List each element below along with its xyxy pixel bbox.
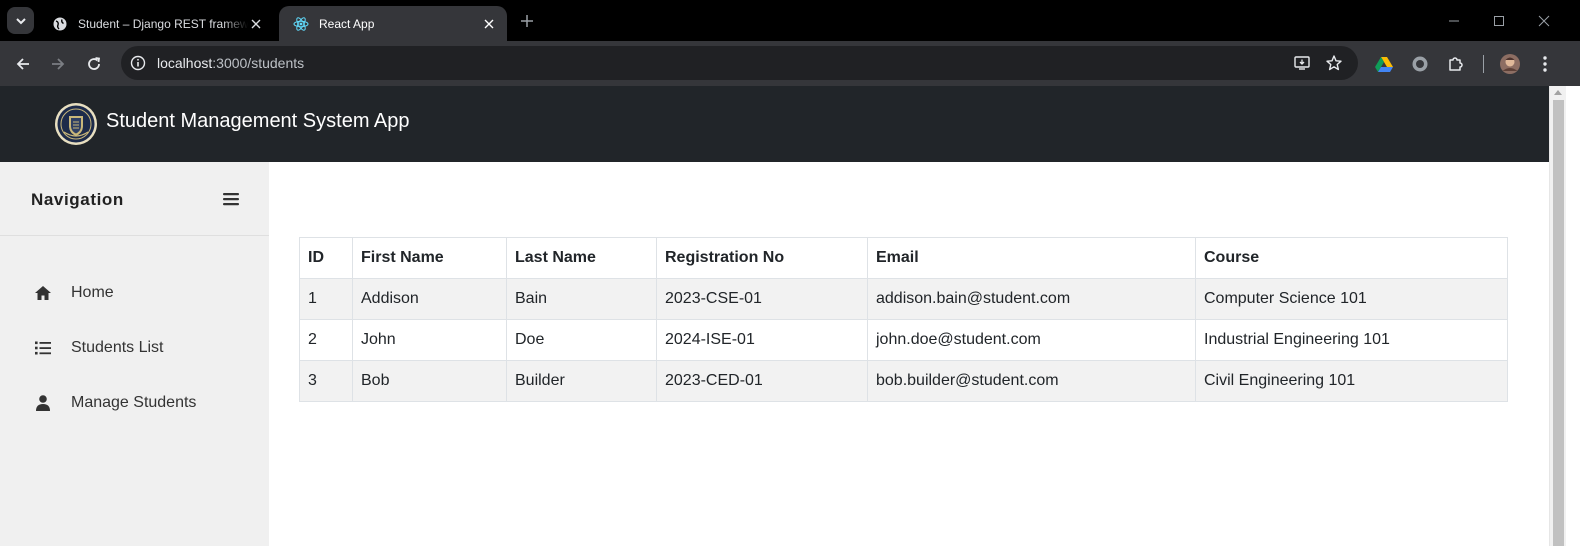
cell-last-name: Doe: [506, 319, 657, 361]
table-row: 1 Addison Bain 2023-CSE-01 addison.bain@…: [299, 278, 1508, 320]
install-app-icon[interactable]: [1291, 52, 1313, 74]
cell-course: Industrial Engineering 101: [1195, 319, 1508, 361]
cell-first-name: Addison: [352, 278, 507, 320]
reload-button[interactable]: [81, 51, 107, 77]
tab-title: Student – Django REST framework: [78, 16, 248, 31]
close-icon[interactable]: [481, 16, 497, 32]
main-content: ID First Name Last Name Registration No …: [269, 162, 1549, 546]
arrow-left-icon: [16, 58, 29, 70]
scrollbar-thumb[interactable]: [1553, 100, 1564, 546]
page-scrollbar[interactable]: [1549, 86, 1566, 546]
close-icon[interactable]: [248, 16, 264, 32]
cell-first-name: John: [352, 319, 507, 361]
react-icon: [293, 16, 309, 32]
extensions-puzzle-icon[interactable]: [1444, 52, 1468, 76]
arrow-right-icon: [52, 58, 65, 70]
window-close-button[interactable]: [1533, 10, 1555, 32]
new-tab-button[interactable]: [516, 10, 538, 32]
toolbar-separator: [1483, 55, 1484, 73]
address-bar[interactable]: localhost:3000/students: [121, 46, 1358, 80]
url-path: :3000/students: [212, 55, 305, 71]
url-text: localhost:3000/students: [157, 55, 304, 71]
minimize-button[interactable]: [1443, 10, 1465, 32]
table-header-row: ID First Name Last Name Registration No …: [299, 237, 1508, 279]
url-host: localhost: [157, 55, 213, 71]
star-icon[interactable]: [1323, 52, 1345, 74]
cell-first-name: Bob: [352, 360, 507, 402]
menu-kebab-icon[interactable]: [1533, 52, 1557, 76]
browser-tabstrip: Student – Django REST framework React Ap…: [0, 0, 1580, 41]
home-icon: [34, 284, 52, 302]
minimize-icon: [1449, 20, 1459, 22]
hamburger-menu-icon[interactable]: [221, 190, 241, 208]
forward-button[interactable]: [45, 51, 71, 77]
sidebar-item-label: Students List: [71, 339, 164, 356]
tab-title: React App: [319, 16, 375, 31]
table-row: 3 Bob Builder 2023-CED-01 bob.builder@st…: [299, 360, 1508, 402]
user-icon: [34, 394, 52, 412]
cell-registration-no: 2024-ISE-01: [656, 319, 868, 361]
column-header-first-name: First Name: [352, 237, 507, 279]
cell-email: john.doe@student.com: [867, 319, 1196, 361]
close-icon: [1538, 15, 1550, 27]
page-viewport: Student Management System App Navigation…: [0, 86, 1580, 546]
tab-search-button[interactable]: [7, 7, 34, 34]
plus-icon: [521, 15, 533, 27]
cell-course: Civil Engineering 101: [1195, 360, 1508, 402]
column-header-email: Email: [867, 237, 1196, 279]
scroll-up-arrow-icon[interactable]: [1554, 90, 1562, 95]
sidebar-header: Navigation: [0, 162, 269, 236]
cell-id: 2: [299, 319, 353, 361]
cell-registration-no: 2023-CSE-01: [656, 278, 868, 320]
column-header-registration-no: Registration No: [656, 237, 868, 279]
column-header-id: ID: [299, 237, 353, 279]
sidebar-item-manage-students[interactable]: Manage Students: [0, 383, 269, 423]
maximize-icon: [1494, 16, 1504, 26]
column-header-course: Course: [1195, 237, 1508, 279]
window-edge: [1566, 86, 1580, 546]
sidebar-item-home[interactable]: Home: [0, 273, 269, 313]
column-header-last-name: Last Name: [506, 237, 657, 279]
list-icon: [34, 339, 52, 357]
cell-course: Computer Science 101: [1195, 278, 1508, 320]
sidebar-item-students-list[interactable]: Students List: [0, 328, 269, 368]
table-row: 2 John Doe 2024-ISE-01 john.doe@student.…: [299, 319, 1508, 361]
cell-email: addison.bain@student.com: [867, 278, 1196, 320]
globe-icon: [52, 16, 68, 32]
sidebar-item-label: Manage Students: [71, 394, 197, 411]
chevron-down-icon: [15, 17, 26, 24]
tab-react-app[interactable]: React App: [279, 6, 507, 41]
reload-icon: [88, 57, 101, 70]
app-header: Student Management System App: [0, 86, 1549, 162]
cell-last-name: Builder: [506, 360, 657, 402]
students-table: ID First Name Last Name Registration No …: [299, 237, 1508, 402]
cell-id: 3: [299, 360, 353, 402]
cell-id: 1: [299, 278, 353, 320]
tab-django[interactable]: Student – Django REST framework: [38, 6, 274, 41]
browser-toolbar: localhost:3000/students: [0, 41, 1580, 86]
sidebar-heading: Navigation: [31, 190, 124, 209]
sidebar: Navigation Home Students List Manage Stu…: [0, 162, 269, 546]
maximize-button[interactable]: [1488, 10, 1510, 32]
university-logo: [55, 103, 97, 145]
google-drive-icon[interactable]: [1372, 52, 1396, 76]
extension-circle-icon[interactable]: [1408, 52, 1432, 76]
cell-registration-no: 2023-CED-01: [656, 360, 868, 402]
site-info-icon[interactable]: [127, 52, 149, 74]
cell-last-name: Bain: [506, 278, 657, 320]
cell-email: bob.builder@student.com: [867, 360, 1196, 402]
profile-avatar[interactable]: [1498, 52, 1522, 76]
back-button[interactable]: [10, 51, 36, 77]
sidebar-item-label: Home: [71, 284, 114, 301]
app-title: Student Management System App: [106, 110, 410, 132]
